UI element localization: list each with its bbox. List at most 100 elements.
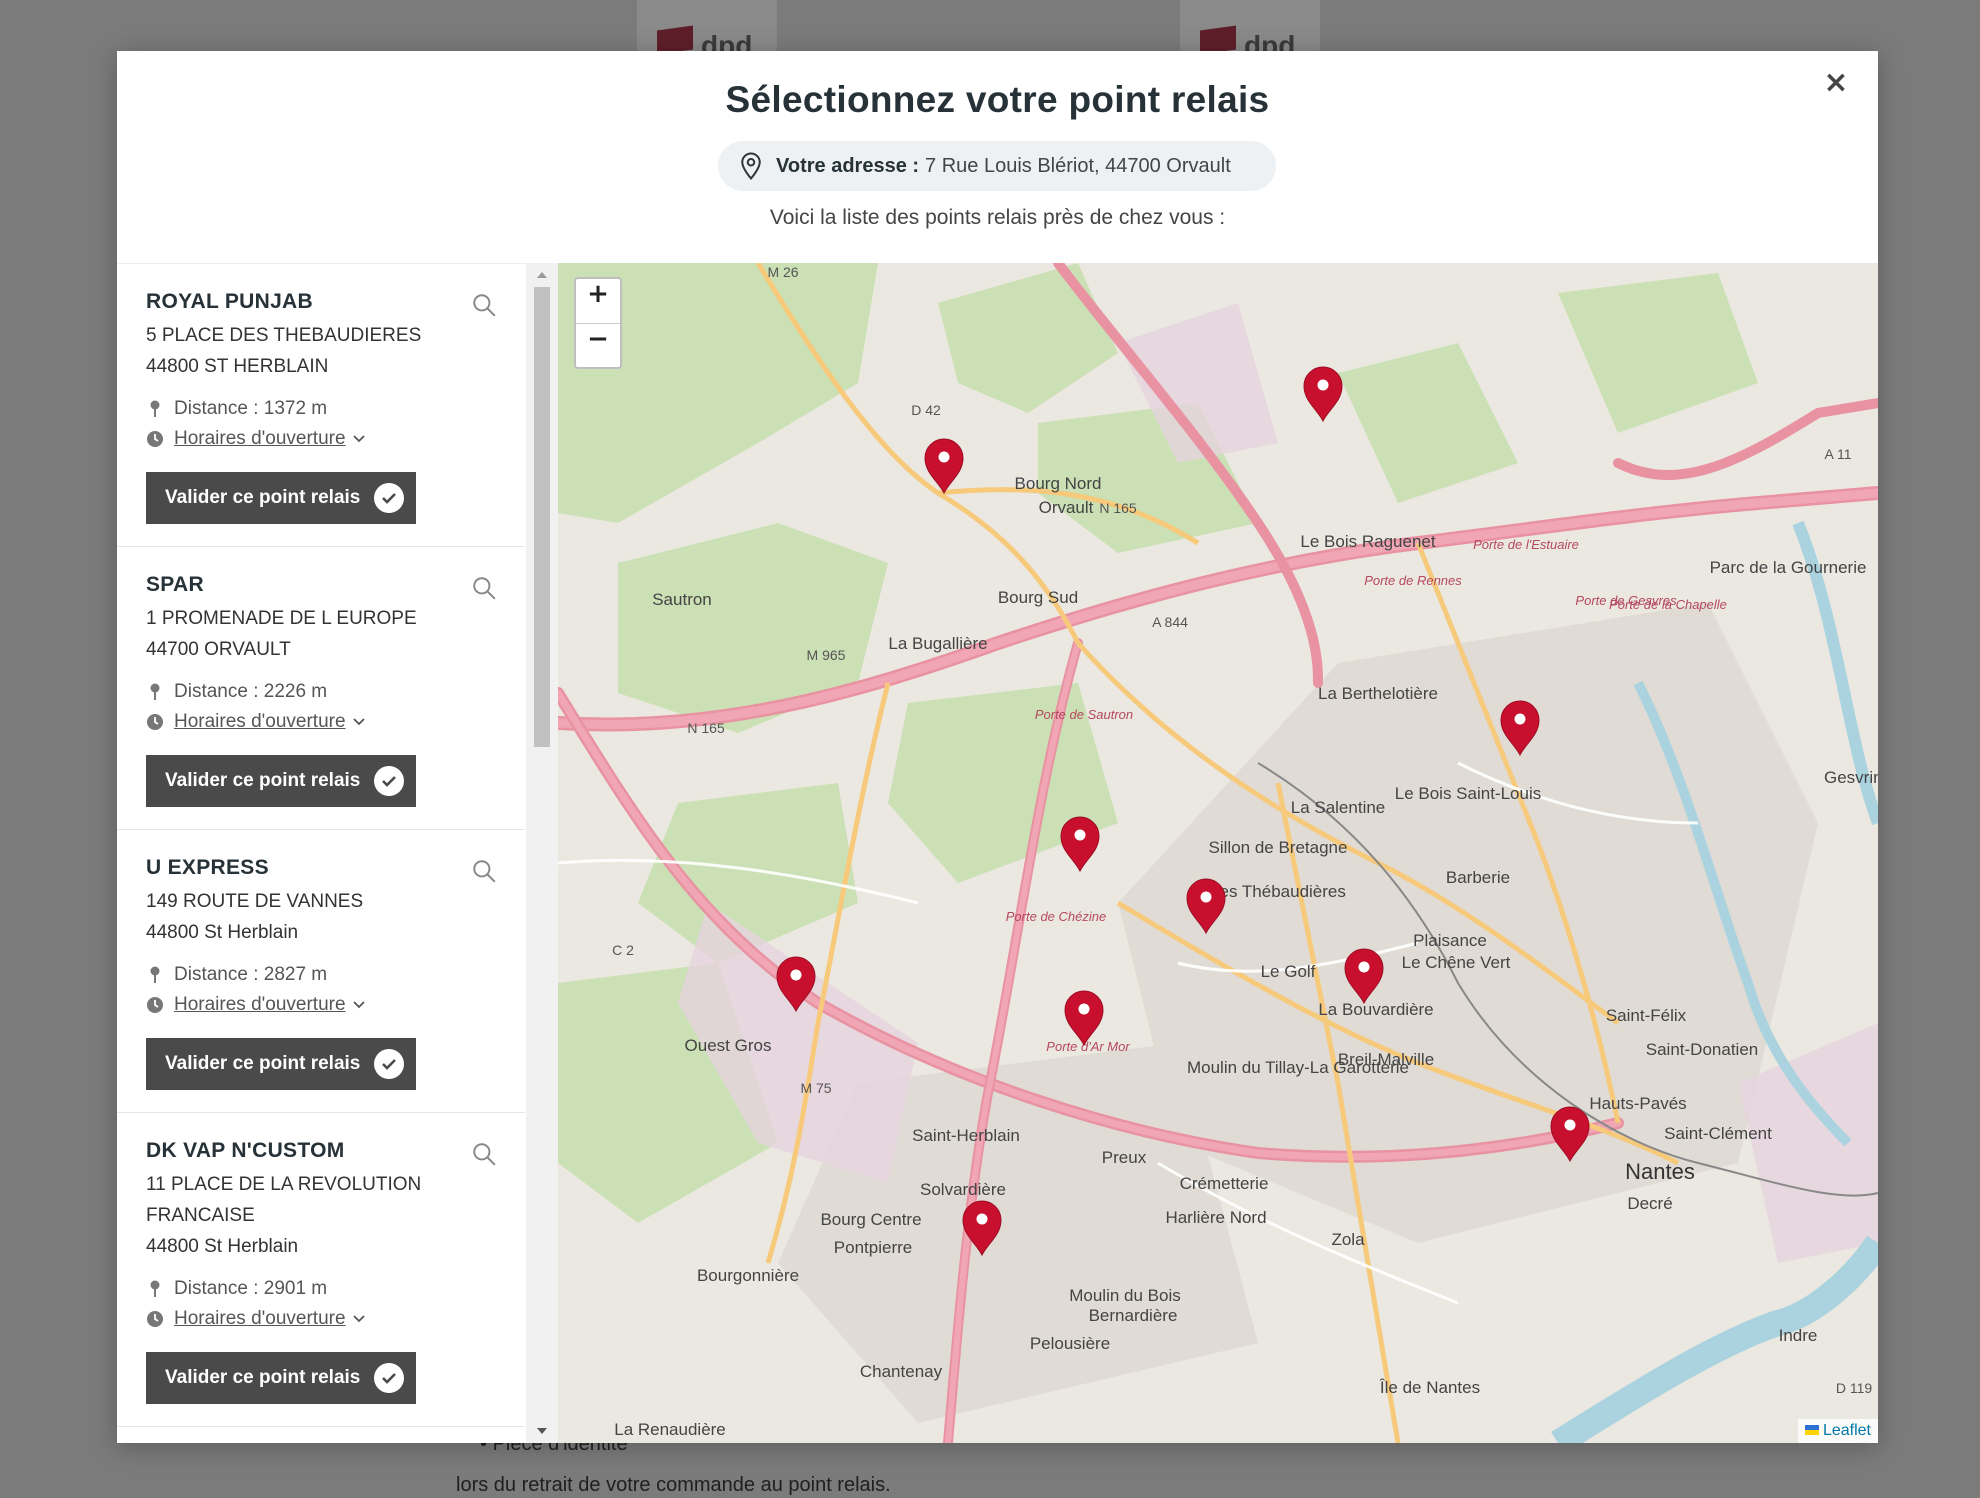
validate-relay-point-button[interactable]: Valider ce point relais <box>146 1038 417 1090</box>
zoom-control: + − <box>574 277 622 369</box>
zoom-out-button[interactable]: − <box>576 323 620 368</box>
distance-text: Distance : 1372 m <box>174 398 328 419</box>
map-attribution[interactable]: Leaflet <box>1797 1419 1878 1443</box>
map-place-label: Les Thébaudières <box>1210 882 1346 901</box>
opening-hours-link[interactable]: Horaires d'ouverture <box>174 428 346 450</box>
map-place-label: Nantes <box>1625 1159 1695 1184</box>
map-place-label: Ouest Gros <box>685 1036 772 1055</box>
map-place-label: Hauts-Pavés <box>1589 1094 1686 1113</box>
list-scrollbar[interactable] <box>526 263 558 1443</box>
scroll-down-arrow-icon[interactable] <box>534 1423 550 1439</box>
search-icon[interactable] <box>471 575 497 601</box>
map-place-label: Le Bois Raguenet <box>1300 532 1435 551</box>
modal-subtitle: Voici la liste des points relais près de… <box>769 206 1226 229</box>
opening-hours-link[interactable]: Horaires d'ouverture <box>174 994 346 1016</box>
chevron-down-icon[interactable] <box>352 1312 366 1326</box>
background-dpd-logo-right: dpd <box>1180 0 1320 61</box>
map-place-label: Preux <box>1102 1148 1147 1167</box>
validate-button-label: Valider ce point relais <box>165 1053 361 1074</box>
map-place-label: La Berthelotière <box>1318 684 1438 703</box>
leaflet-link[interactable]: Leaflet <box>1823 1422 1871 1439</box>
map-road-label: Porte de l'Estuaire <box>1473 537 1579 552</box>
map-road-label: C 2 <box>612 942 634 958</box>
map-road-label: L'Océane <box>558 263 586 266</box>
relay-point-name: ROYAL PUNJAB <box>146 290 313 313</box>
address-line: 44700 ORVAULT <box>146 639 291 660</box>
scroll-up-arrow-icon[interactable] <box>534 267 550 283</box>
map-road-label: A 11 <box>1825 446 1852 462</box>
map-place-label: Barberie <box>1446 868 1510 887</box>
relay-point-address: 1 PROMENADE DE L EUROPE 44700 ORVAULT <box>146 603 496 665</box>
distance-text: Distance : 2226 m <box>174 681 328 702</box>
scrollbar-thumb[interactable] <box>534 287 550 747</box>
map-place-label: Saint-Clément <box>1664 1124 1772 1143</box>
map-road-label: M 965 <box>807 647 846 663</box>
relay-point-name: SPAR <box>146 573 204 596</box>
clock-icon <box>147 997 163 1013</box>
chevron-down-icon[interactable] <box>352 715 366 729</box>
search-icon[interactable] <box>471 1141 497 1167</box>
relay-point-address: 5 PLACE DES THEBAUDIERES 44800 ST HERBLA… <box>146 320 496 382</box>
check-icon <box>374 1049 405 1079</box>
map-road-label: Porte de Rennes <box>1364 573 1462 588</box>
chevron-down-icon[interactable] <box>352 998 366 1012</box>
map-road-label: D 42 <box>911 402 941 418</box>
address-line: 149 ROUTE DE VANNES <box>146 891 364 912</box>
opening-hours-link[interactable]: Horaires d'ouverture <box>174 711 346 733</box>
map-place-label: Le Bois Saint-Louis <box>1395 784 1541 803</box>
map-place-label: Bourg Centre <box>820 1210 921 1229</box>
clock-icon <box>147 1311 163 1327</box>
search-icon[interactable] <box>471 858 497 884</box>
map-road-label: Porte d'Ar Mor <box>1046 1039 1130 1054</box>
map-place-label: Bernardière <box>1089 1306 1178 1325</box>
pin-icon <box>150 1280 160 1297</box>
zoom-in-button[interactable]: + <box>576 279 620 323</box>
address-line: 11 PLACE DE LA REVOLUTION <box>146 1174 422 1195</box>
search-icon[interactable] <box>471 292 497 318</box>
map-road-label: M 75 <box>800 1080 831 1096</box>
map-place-label: Saint-Félix <box>1606 1006 1687 1025</box>
map-place-label: Chantenay <box>860 1362 943 1381</box>
map-place-label: Zola <box>1331 1230 1365 1249</box>
chevron-down-icon[interactable] <box>352 432 366 446</box>
relay-point-list[interactable]: ROYAL PUNJAB 5 PLACE DES THEBAUDIERES 44… <box>117 263 525 1444</box>
map-road-label: N 165 <box>1099 500 1137 516</box>
clock-icon <box>147 431 163 447</box>
address-label: Votre adresse : <box>776 154 920 177</box>
relay-point-name: U EXPRESS <box>146 856 269 879</box>
map-place-label: Crémetterie <box>1180 1174 1269 1193</box>
location-pin-icon <box>741 152 761 181</box>
map-place-label: Pelousière <box>1030 1334 1110 1353</box>
map-place-label: Indre <box>1779 1326 1818 1345</box>
opening-hours-link[interactable]: Horaires d'ouverture <box>174 1308 346 1330</box>
relay-point-map[interactable]: Bourg Nord Orvault Le Bois Raguenet Sautron… <box>558 263 1878 1443</box>
map-place-label: Sillon de Bretagne <box>1209 838 1348 857</box>
address-line: 44800 St Herblain <box>146 1236 299 1257</box>
pin-icon <box>150 400 160 417</box>
map-place-label: Gesvrine <box>1824 768 1878 787</box>
map-place-label: La Renaudière <box>614 1420 726 1439</box>
validate-button-label: Valider ce point relais <box>165 487 361 508</box>
validate-relay-point-button[interactable]: Valider ce point relais <box>146 472 417 524</box>
validate-relay-point-button[interactable]: Valider ce point relais <box>146 1352 417 1404</box>
map-place-label: Plaisance <box>1413 931 1487 950</box>
map-place-label: Saint-Herblain <box>912 1126 1020 1145</box>
map-road-label: Porte de Chézine <box>1006 909 1106 924</box>
map-road-label: M 26 <box>767 264 798 280</box>
relay-point-item: DK VAP N'CUSTOM 11 PLACE DE LA REVOLUTIO… <box>117 1113 525 1427</box>
clock-icon <box>147 714 163 730</box>
map-place-label: Solvardière <box>920 1180 1006 1199</box>
address-line: 44800 St Herblain <box>146 922 299 943</box>
map-place-label: Saint-Donatien <box>1646 1040 1758 1059</box>
distance-text: Distance : 2901 m <box>174 1278 328 1299</box>
map-place-label: Île de Nantes <box>1379 1378 1480 1397</box>
map-place-label: Bourg Sud <box>998 588 1078 607</box>
map-place-label: Bourg Nord <box>1015 474 1102 493</box>
pin-icon <box>150 966 160 983</box>
map-place-label: Bourgonnière <box>697 1266 799 1285</box>
map-place-label: Orvault <box>1039 498 1094 517</box>
relay-point-modal: × Sélectionnez votre point relais Votre … <box>117 51 1878 1443</box>
validate-relay-point-button[interactable]: Valider ce point relais <box>146 755 417 807</box>
validate-button-label: Valider ce point relais <box>165 770 361 791</box>
map-tiles[interactable]: Bourg Nord Orvault Le Bois Raguenet Sautron… <box>558 263 1878 1443</box>
